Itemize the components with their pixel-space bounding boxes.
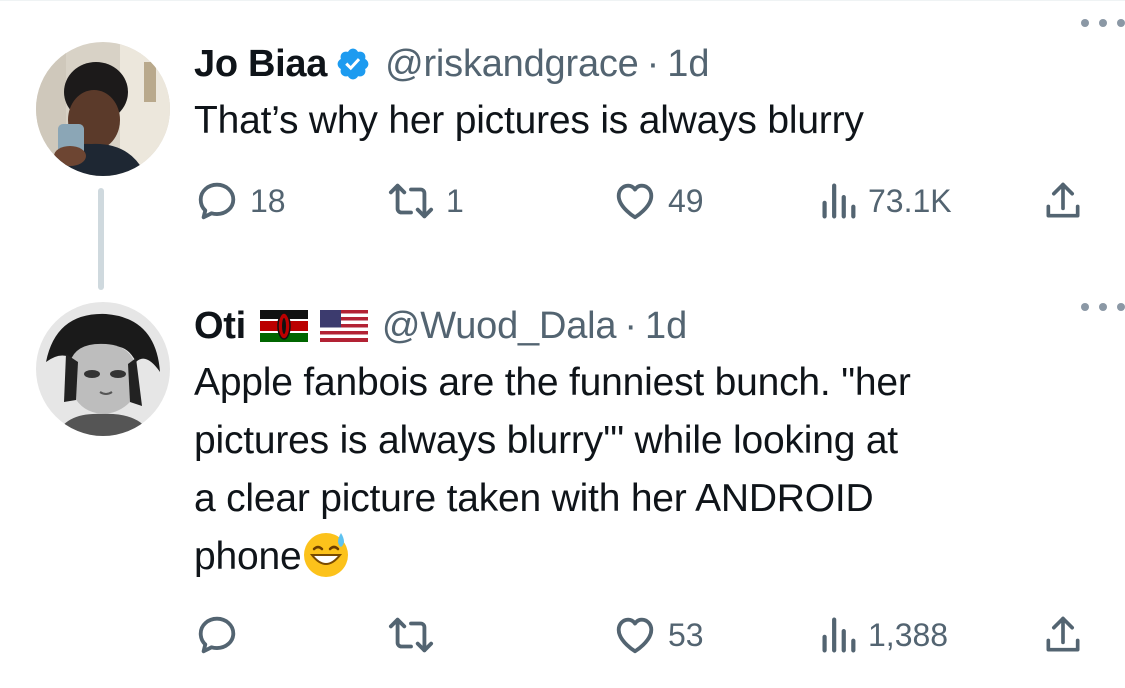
retweet-icon [388, 617, 434, 653]
avatar[interactable] [36, 42, 170, 176]
author-handle[interactable]: @riskandgrace [385, 43, 639, 86]
heart-icon [616, 183, 654, 220]
tweet-actions: 53 1,388 [194, 610, 1085, 660]
like-button[interactable]: 49 [612, 176, 704, 226]
more-options-icon[interactable] [1081, 16, 1125, 30]
retweet-icon [388, 183, 434, 219]
views-bar-chart-icon [822, 183, 856, 219]
view-count: 1,388 [868, 616, 949, 653]
reply-icon [198, 182, 236, 220]
author-name[interactable]: Oti [194, 305, 246, 348]
view-count: 73.1K [868, 182, 952, 219]
separator-dot: · [624, 304, 637, 347]
reply-button[interactable]: 18 [194, 176, 286, 226]
retweet-button[interactable]: 1 [386, 176, 464, 226]
timestamp[interactable]: 1d [667, 43, 709, 86]
grinning-face-with-sweat-icon [301, 529, 351, 579]
heart-icon [616, 617, 654, 654]
reply-button[interactable] [194, 610, 250, 660]
tweet[interactable]: Jo Biaa @riskandgrace · 1d That’s why he… [0, 0, 1125, 290]
verified-badge-icon [335, 46, 371, 82]
tweet-actions: 18 1 49 73.1K [194, 176, 1085, 226]
retweet-button[interactable] [386, 610, 446, 660]
tweet[interactable]: Oti @Wuod_Dala · 1d Apple fanbois are th… [0, 282, 1125, 688]
share-icon [1046, 616, 1080, 652]
more-options-icon[interactable] [1081, 300, 1125, 314]
views-button[interactable]: 1,388 [818, 610, 948, 660]
like-count: 49 [668, 182, 704, 219]
tweet-text: Apple fanbois are the funniest bunch. "h… [194, 354, 1085, 586]
timestamp[interactable]: 1d [645, 305, 687, 348]
retweet-count: 1 [446, 182, 464, 219]
like-count: 53 [668, 616, 704, 653]
share-button[interactable] [1041, 176, 1085, 226]
kenya-flag-icon [259, 310, 308, 342]
share-button[interactable] [1041, 610, 1085, 660]
author-handle[interactable]: @Wuod_Dala [382, 305, 617, 348]
avatar[interactable] [36, 302, 170, 436]
views-button[interactable]: 73.1K [818, 176, 952, 226]
separator-dot: · [646, 42, 660, 85]
usa-flag-icon [319, 310, 368, 342]
author-name[interactable]: Jo Biaa [194, 43, 327, 86]
share-icon [1046, 182, 1080, 218]
thread-connector-line [98, 188, 104, 290]
views-bar-chart-icon [822, 617, 856, 653]
like-button[interactable]: 53 [612, 610, 704, 660]
reply-count: 18 [250, 182, 286, 219]
reply-icon [198, 616, 236, 654]
tweet-text: That’s why her pictures is always blurry [194, 99, 864, 142]
